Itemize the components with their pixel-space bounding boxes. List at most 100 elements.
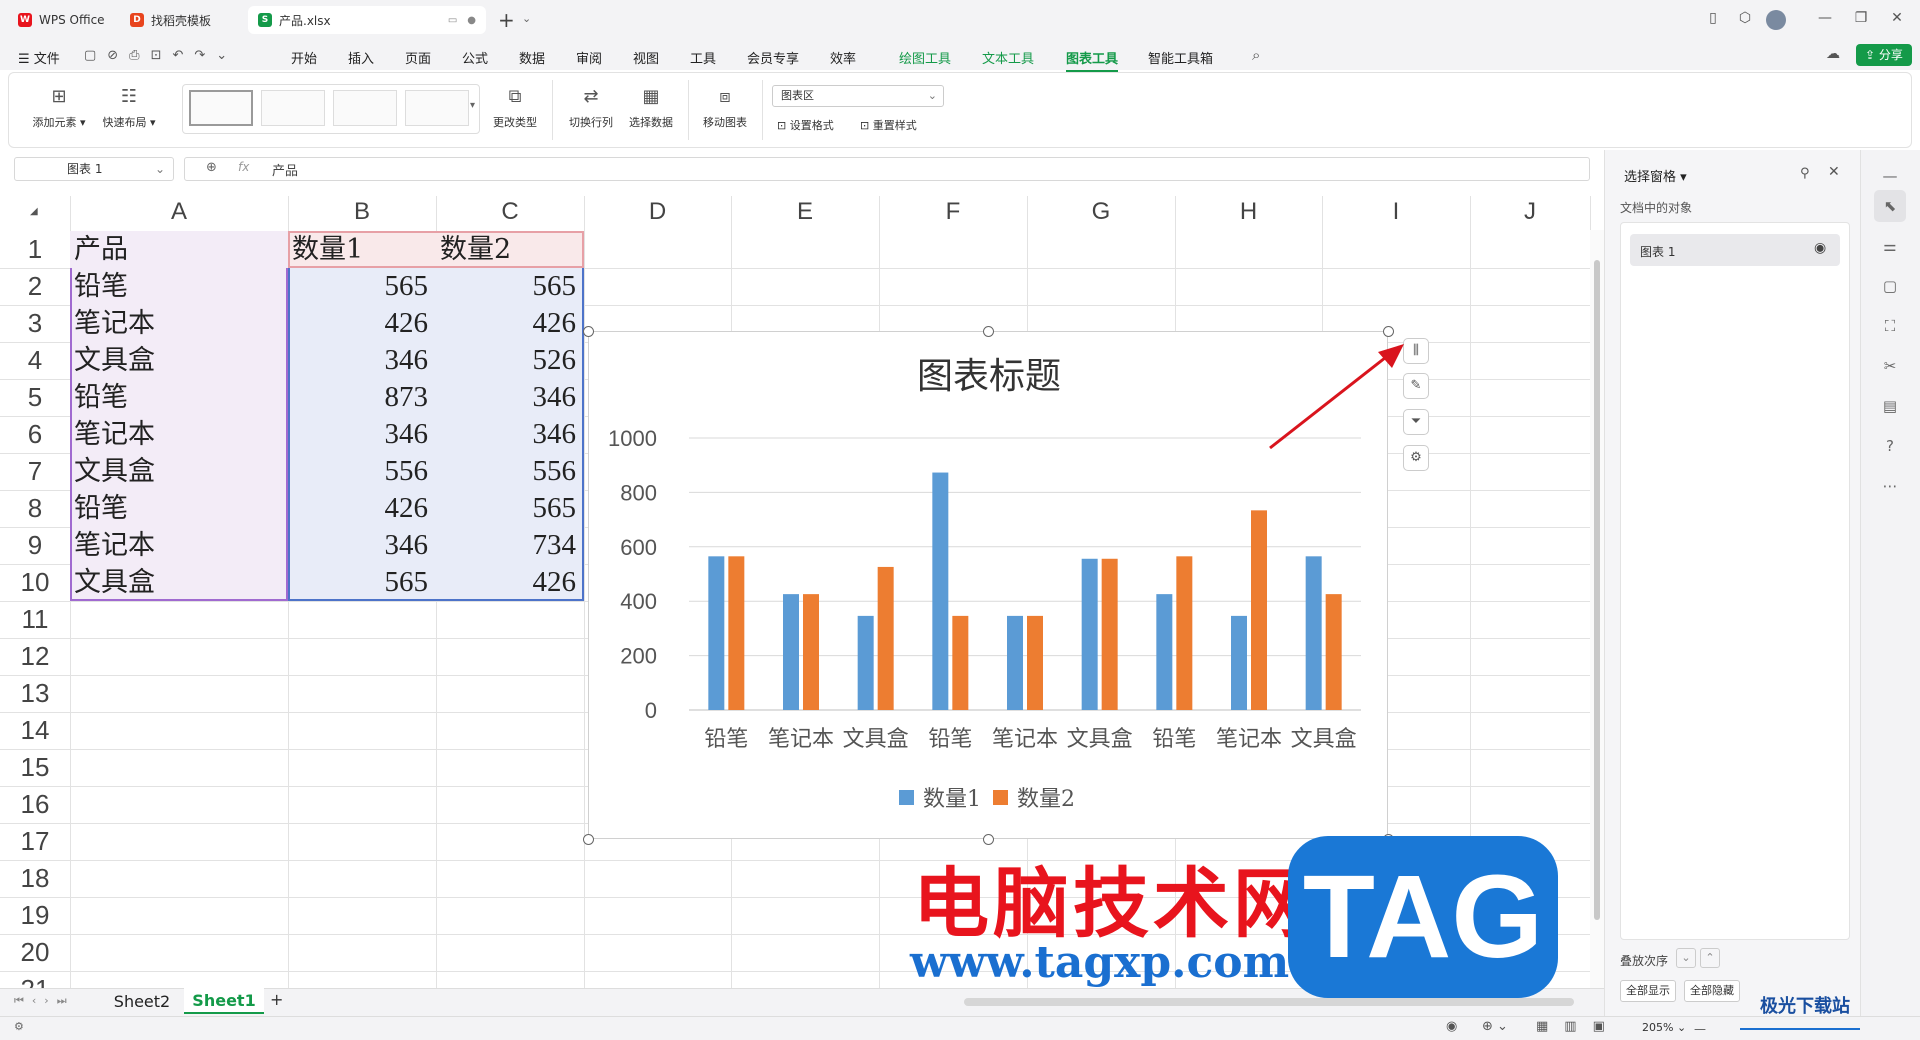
adjust-icon[interactable]: ⚌ (1878, 234, 1902, 258)
reset-style-button[interactable]: ⊡ 重置样式 (860, 117, 917, 133)
horizontal-scroll-thumb[interactable] (964, 998, 1574, 1006)
comment-icon[interactable]: ▢ (1878, 274, 1902, 298)
cell-b9[interactable]: 346 (292, 527, 434, 564)
chart-resize-handle[interactable] (983, 326, 994, 337)
row-header-14[interactable]: 14 (0, 712, 70, 749)
menu-home[interactable]: 开始 (291, 48, 317, 67)
column-header-c[interactable]: C (436, 196, 584, 228)
add-element-button[interactable]: ⊞ 添加元素 ▾ (28, 86, 90, 130)
cell-a8[interactable]: 铅笔 (74, 490, 286, 527)
cell-b8[interactable]: 426 (292, 490, 434, 527)
row-header-3[interactable]: 3 (0, 305, 70, 342)
zoom-icon[interactable]: ⊕ (206, 160, 217, 175)
row-header-13[interactable]: 13 (0, 675, 70, 712)
move-up-icon[interactable]: ⌃ (1700, 948, 1720, 968)
menu-page[interactable]: 页面 (405, 48, 431, 67)
cell-c4[interactable]: 526 (440, 342, 582, 379)
more-icon[interactable]: ⋯ (1878, 474, 1902, 498)
eye-protect-icon[interactable]: ◉ (1446, 1019, 1457, 1034)
layout-icon[interactable]: ▯ (1702, 10, 1724, 30)
tools-icon[interactable]: ✂ (1878, 354, 1902, 378)
eye-icon[interactable]: ◉ (1814, 240, 1826, 256)
cell-c3[interactable]: 426 (440, 305, 582, 342)
cell-a3[interactable]: 笔记本 (74, 305, 286, 342)
gallery-more-icon[interactable]: ▾ (470, 100, 475, 111)
menu-efficiency[interactable]: 效率 (830, 48, 856, 67)
sheet-tab-sheet1[interactable]: Sheet1 (184, 988, 264, 1014)
fx-icon[interactable]: fx (238, 160, 249, 174)
cell-c5[interactable]: 346 (440, 379, 582, 416)
cell-a2[interactable]: 铅笔 (74, 268, 286, 305)
macro-icon[interactable]: ⚙ (14, 1020, 24, 1033)
menu-file[interactable]: ☰ 文件 (18, 48, 60, 67)
cell-c10[interactable]: 426 (440, 564, 582, 601)
zoom-slider[interactable] (1740, 1028, 1860, 1030)
column-header-b[interactable]: B (288, 196, 436, 228)
zoom-out-icon[interactable]: — (1694, 1022, 1706, 1036)
row-header-6[interactable]: 6 (0, 416, 70, 453)
menu-chart-tools[interactable]: 图表工具 (1066, 48, 1119, 72)
tab-product-xlsx[interactable]: S 产品.xlsx ▭ ● (248, 6, 486, 34)
close-icon[interactable]: ✕ (1886, 10, 1908, 30)
cell-b5[interactable]: 873 (292, 379, 434, 416)
menu-insert[interactable]: 插入 (348, 48, 374, 67)
chart-style-3[interactable] (333, 90, 397, 126)
row-header-11[interactable]: 11 (0, 601, 70, 638)
view-mode-icons[interactable]: ▦▥▣ (1536, 1019, 1621, 1034)
row-header-17[interactable]: 17 (0, 823, 70, 860)
cell-b4[interactable]: 346 (292, 342, 434, 379)
quick-access-toolbar[interactable]: ▢⊘⎙⊡↶↷⌄ (84, 48, 238, 63)
cell-b2[interactable]: 565 (292, 268, 434, 305)
row-header-5[interactable]: 5 (0, 379, 70, 416)
column-header-i[interactable]: I (1322, 196, 1470, 228)
selection-pane-title[interactable]: 选择窗格 ▾ (1624, 166, 1687, 185)
cloud-icon[interactable]: ☁ (1826, 46, 1840, 62)
cell-a6[interactable]: 笔记本 (74, 416, 286, 453)
close-pane-icon[interactable]: ✕ (1828, 164, 1840, 180)
cell-b7[interactable]: 556 (292, 453, 434, 490)
column-header-g[interactable]: G (1027, 196, 1175, 228)
switch-rowcol-button[interactable]: ⇄ 切换行列 (564, 86, 618, 130)
chart-resize-handle[interactable] (583, 326, 594, 337)
row-header-9[interactable]: 9 (0, 527, 70, 564)
cell-c6[interactable]: 346 (440, 416, 582, 453)
cell-b10[interactable]: 565 (292, 564, 434, 601)
cell-b6[interactable]: 346 (292, 416, 434, 453)
column-header-j[interactable]: J (1470, 196, 1590, 228)
tab-wps-office[interactable]: W WPS Office (8, 6, 116, 34)
locate-icon[interactable]: ⊕ ⌄ (1482, 1019, 1508, 1034)
cell-c2[interactable]: 565 (440, 268, 582, 305)
menu-smart-toolbox[interactable]: 智能工具箱 (1148, 48, 1213, 67)
select-all-icon[interactable]: ◢ (30, 206, 38, 217)
monitor-icon[interactable]: ▭ (448, 15, 457, 26)
cell-a1[interactable]: 产品 (74, 231, 286, 268)
cell-c1[interactable]: 数量2 (440, 231, 582, 268)
column-header-d[interactable]: D (584, 196, 731, 228)
move-chart-button[interactable]: ⧈ 移动图表 (698, 86, 752, 130)
row-header-20[interactable]: 20 (0, 934, 70, 971)
chevron-down-icon[interactable]: ⌄ (522, 12, 531, 25)
add-sheet-icon[interactable]: + (270, 990, 283, 1009)
row-header-4[interactable]: 4 (0, 342, 70, 379)
row-header-18[interactable]: 18 (0, 860, 70, 897)
sheet-nav-icons[interactable]: ⏮‹›⏭ (14, 994, 75, 1008)
show-all-button[interactable]: 全部显示 (1620, 980, 1676, 1002)
cell-a4[interactable]: 文具盒 (74, 342, 286, 379)
row-header-16[interactable]: 16 (0, 786, 70, 823)
change-type-button[interactable]: ⧉ 更改类型 (490, 86, 540, 130)
quick-layout-button[interactable]: ☷ 快速布局 ▾ (98, 86, 160, 130)
search-icon[interactable]: ⌕ (1252, 46, 1260, 64)
set-format-button[interactable]: ⊡ 设置格式 (777, 117, 834, 133)
cube-icon[interactable]: ⬡ (1734, 10, 1756, 30)
cell-c9[interactable]: 734 (440, 527, 582, 564)
zoom-level[interactable]: 205% ⌄ (1642, 1021, 1686, 1034)
cell-b1[interactable]: 数量1 (292, 231, 434, 268)
column-header-e[interactable]: E (731, 196, 879, 228)
cell-a9[interactable]: 笔记本 (74, 527, 286, 564)
row-header-7[interactable]: 7 (0, 453, 70, 490)
cell-a7[interactable]: 文具盒 (74, 453, 286, 490)
avatar[interactable] (1766, 10, 1786, 30)
row-header-15[interactable]: 15 (0, 749, 70, 786)
chart-style-2[interactable] (261, 90, 325, 126)
chart-style-1[interactable] (189, 90, 253, 126)
